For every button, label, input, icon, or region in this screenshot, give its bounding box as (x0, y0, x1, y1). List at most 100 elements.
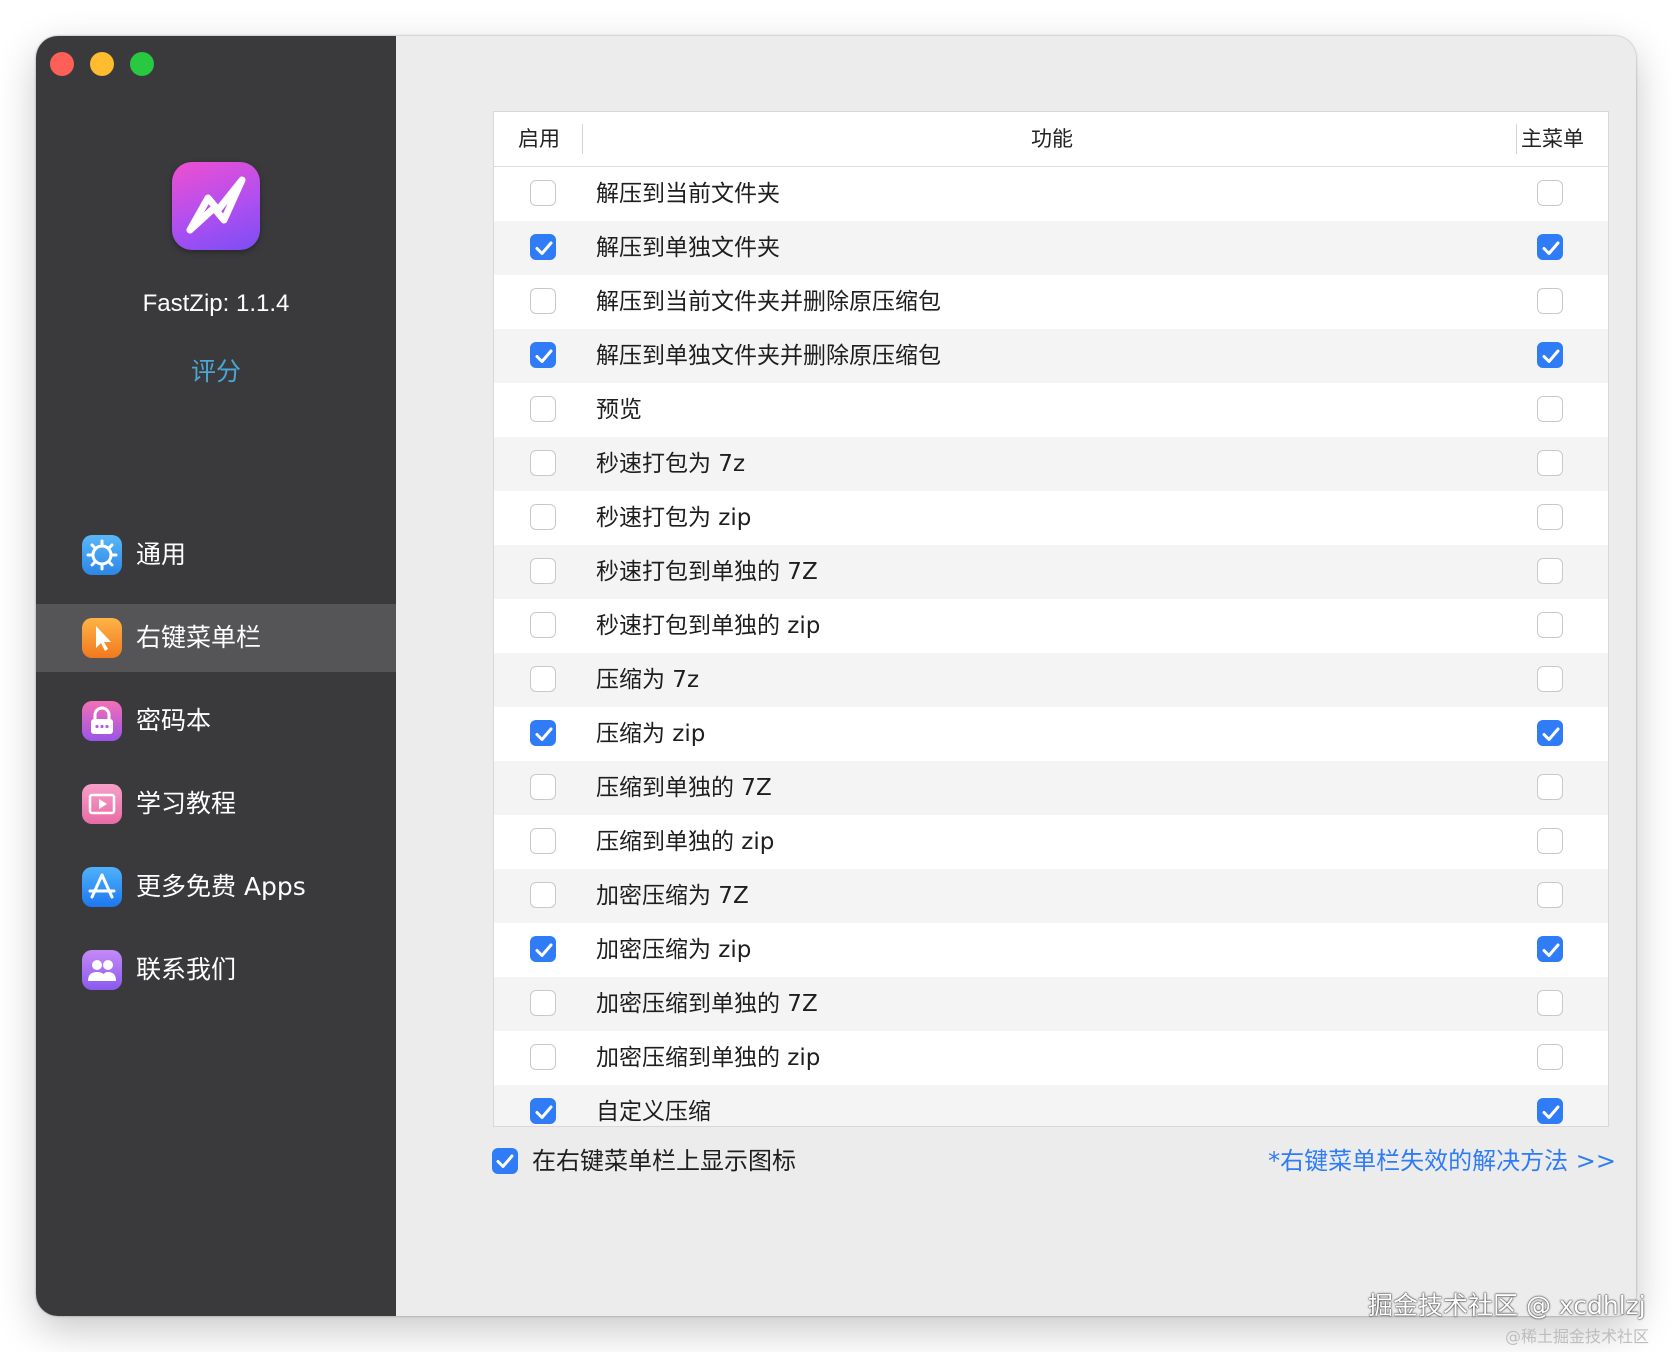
table-row[interactable]: 压缩到单独的 zip (494, 815, 1608, 869)
main-menu-checkbox[interactable] (1537, 558, 1563, 584)
function-label: 秒速打包到单独的 zip (596, 613, 821, 639)
enable-checkbox[interactable] (530, 450, 556, 476)
column-header-main-menu[interactable]: 主菜单 (1521, 112, 1584, 166)
function-label: 秒速打包为 zip (596, 505, 752, 531)
main-menu-checkbox[interactable] (1537, 180, 1563, 206)
table-row[interactable]: 加密压缩为 7Z (494, 869, 1608, 923)
sidebar-item-contact[interactable]: 联系我们 (36, 936, 396, 1004)
sidebar-item-context-menu[interactable]: 右键菜单栏 (36, 604, 396, 672)
function-label: 秒速打包到单独的 7Z (596, 559, 818, 585)
rate-link[interactable]: 评分 (36, 352, 396, 388)
enable-checkbox[interactable] (530, 180, 556, 206)
table-row[interactable]: 秒速打包到单独的 zip (494, 599, 1608, 653)
column-header-function[interactable]: 功能 (494, 112, 1608, 166)
app-store-icon (82, 867, 122, 907)
main-menu-checkbox[interactable] (1537, 612, 1563, 638)
table-body: 解压到当前文件夹解压到单独文件夹解压到当前文件夹并删除原压缩包解压到单独文件夹并… (494, 167, 1608, 1126)
watermark: 掘金技术社区 @ xcdhlzj (1368, 1291, 1646, 1320)
table-row[interactable]: 预览 (494, 383, 1608, 437)
function-label: 解压到当前文件夹并删除原压缩包 (596, 289, 941, 315)
enable-checkbox[interactable] (530, 342, 556, 368)
column-divider[interactable] (1516, 124, 1517, 154)
sidebar-item-label: 密码本 (136, 706, 212, 735)
table-row[interactable]: 加密压缩到单独的 7Z (494, 977, 1608, 1031)
table-row[interactable]: 压缩为 zip (494, 707, 1608, 761)
enable-checkbox[interactable] (530, 936, 556, 962)
main-menu-checkbox[interactable] (1537, 936, 1563, 962)
main-menu-checkbox[interactable] (1537, 666, 1563, 692)
function-label: 加密压缩到单独的 7Z (596, 991, 818, 1017)
table-row[interactable]: 加密压缩为 zip (494, 923, 1608, 977)
main-menu-checkbox[interactable] (1537, 882, 1563, 908)
enable-checkbox[interactable] (530, 720, 556, 746)
function-label: 压缩为 7z (596, 667, 700, 693)
table-row[interactable]: 解压到单独文件夹 (494, 221, 1608, 275)
main-menu-checkbox[interactable] (1537, 828, 1563, 854)
enable-checkbox[interactable] (530, 612, 556, 638)
enable-checkbox[interactable] (530, 558, 556, 584)
show-icon-checkbox[interactable] (492, 1148, 518, 1174)
function-label: 秒速打包为 7z (596, 451, 746, 477)
app-logo-icon (172, 162, 260, 250)
table-header: 启用 功能 主菜单 (494, 112, 1608, 167)
enable-checkbox[interactable] (530, 990, 556, 1016)
enable-checkbox[interactable] (530, 396, 556, 422)
enable-checkbox[interactable] (530, 774, 556, 800)
sidebar-item-label: 联系我们 (136, 955, 237, 984)
function-label: 压缩为 zip (596, 721, 706, 747)
enable-checkbox[interactable] (530, 1098, 556, 1124)
sidebar-item-label: 右键菜单栏 (136, 623, 262, 652)
sidebar-item-password-book[interactable]: 密码本 (36, 687, 396, 755)
table-row[interactable]: 自定义压缩 (494, 1085, 1608, 1126)
main-menu-checkbox[interactable] (1537, 504, 1563, 530)
main-menu-checkbox[interactable] (1537, 720, 1563, 746)
table-row[interactable]: 秒速打包为 zip (494, 491, 1608, 545)
enable-checkbox[interactable] (530, 828, 556, 854)
sidebar-item-general[interactable]: 通用 (36, 521, 396, 589)
table-row[interactable]: 加密压缩到单独的 zip (494, 1031, 1608, 1085)
show-icon-label[interactable]: 在右键菜单栏上显示图标 (532, 1140, 796, 1182)
table-row[interactable]: 秒速打包为 7z (494, 437, 1608, 491)
function-label: 加密压缩为 zip (596, 937, 752, 963)
sidebar-item-more-apps[interactable]: 更多免费 Apps (36, 853, 396, 921)
enable-checkbox[interactable] (530, 666, 556, 692)
zoom-window-button[interactable] (130, 52, 154, 76)
table-row[interactable]: 压缩到单独的 7Z (494, 761, 1608, 815)
sidebar-item-label: 学习教程 (136, 789, 237, 818)
main-menu-checkbox[interactable] (1537, 450, 1563, 476)
watermark-sub: @稀土掘金技术社区 (1505, 1327, 1650, 1346)
function-label: 自定义压缩 (596, 1099, 711, 1125)
gear-icon (82, 535, 122, 575)
main-menu-checkbox[interactable] (1537, 396, 1563, 422)
sidebar-item-tutorials[interactable]: 学习教程 (36, 770, 396, 838)
main-menu-checkbox[interactable] (1537, 990, 1563, 1016)
enable-checkbox[interactable] (530, 504, 556, 530)
function-label: 压缩到单独的 7Z (596, 775, 772, 801)
main-menu-checkbox[interactable] (1537, 342, 1563, 368)
close-window-button[interactable] (50, 52, 74, 76)
main-menu-checkbox[interactable] (1537, 288, 1563, 314)
sidebar-item-label: 通用 (136, 540, 187, 569)
table-row[interactable]: 解压到单独文件夹并删除原压缩包 (494, 329, 1608, 383)
lock-icon (82, 701, 122, 741)
enable-checkbox[interactable] (530, 882, 556, 908)
table-row[interactable]: 秒速打包到单独的 7Z (494, 545, 1608, 599)
function-label: 解压到单独文件夹 (596, 235, 780, 261)
main-menu-checkbox[interactable] (1537, 234, 1563, 260)
enable-checkbox[interactable] (530, 234, 556, 260)
context-menu-help-link[interactable]: *右键菜单栏失效的解决方法 >> (1268, 1140, 1616, 1182)
main-menu-checkbox[interactable] (1537, 1044, 1563, 1070)
enable-checkbox[interactable] (530, 288, 556, 314)
app-version-label: FastZip: 1.1.4 (142, 290, 290, 317)
minimize-window-button[interactable] (90, 52, 114, 76)
sidebar-item-label: 更多免费 Apps (136, 872, 306, 901)
function-label: 加密压缩为 7Z (596, 883, 749, 909)
function-label: 压缩到单独的 zip (596, 829, 775, 855)
main-menu-checkbox[interactable] (1537, 1098, 1563, 1124)
table-row[interactable]: 解压到当前文件夹 (494, 167, 1608, 221)
enable-checkbox[interactable] (530, 1044, 556, 1070)
main-menu-checkbox[interactable] (1537, 774, 1563, 800)
people-icon (82, 950, 122, 990)
table-row[interactable]: 压缩为 7z (494, 653, 1608, 707)
table-row[interactable]: 解压到当前文件夹并删除原压缩包 (494, 275, 1608, 329)
